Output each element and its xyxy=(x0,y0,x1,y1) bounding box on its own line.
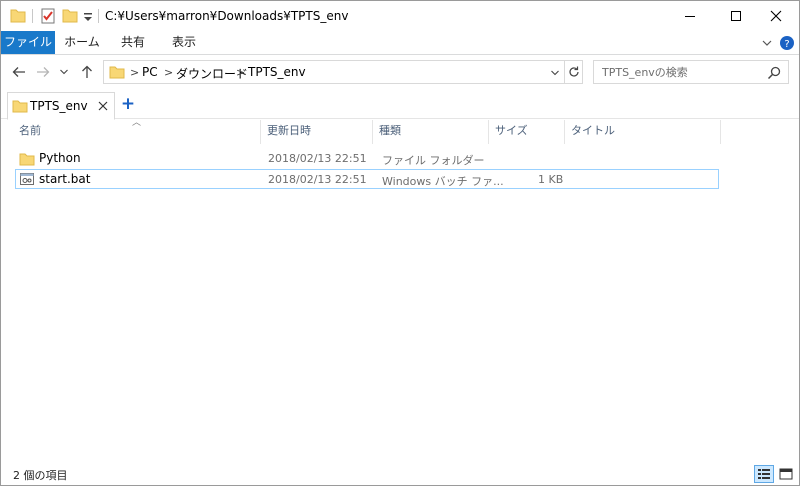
large-icons-view-icon xyxy=(779,468,793,480)
column-header-type[interactable]: 種類 xyxy=(373,120,489,144)
address-bar[interactable]: > PC > ダウンロード > TPTS_env xyxy=(103,60,583,84)
close-tab-button[interactable] xyxy=(96,99,110,113)
up-button[interactable] xyxy=(77,62,97,82)
new-tab-button[interactable]: + xyxy=(119,95,137,113)
new-folder-icon[interactable] xyxy=(61,7,79,25)
column-headers: ︿ 名前 更新日時 種類 サイズ タイトル xyxy=(1,118,799,144)
chevron-down-icon xyxy=(60,69,68,75)
customize-quick-access-icon[interactable] xyxy=(82,7,94,25)
list-item[interactable]: Python 2018/02/13 22:51 ファイル フォルダー xyxy=(15,149,719,169)
expand-ribbon-icon[interactable] xyxy=(759,35,775,51)
breadcrumb-pc[interactable]: PC xyxy=(142,65,158,79)
back-arrow-icon xyxy=(12,67,25,77)
title-separator xyxy=(98,9,99,23)
recent-locations-button[interactable] xyxy=(57,62,71,82)
folder-icon xyxy=(19,153,35,166)
list-item[interactable]: start.bat 2018/02/13 22:51 Windows バッチ フ… xyxy=(15,169,719,189)
tab-view[interactable]: 表示 xyxy=(159,31,209,54)
forward-button[interactable] xyxy=(33,62,53,82)
back-button[interactable] xyxy=(9,62,29,82)
window-title: C:¥Users¥marron¥Downloads¥TPTS_env xyxy=(105,9,349,23)
title-bar: C:¥Users¥marron¥Downloads¥TPTS_env xyxy=(1,1,799,31)
folder-icon xyxy=(12,100,28,113)
column-header-name[interactable]: 名前 xyxy=(13,120,261,144)
explorer-window: C:¥Users¥marron¥Downloads¥TPTS_env ファイル … xyxy=(0,0,800,486)
ribbon-tabs: ファイル ホーム 共有 表示 ? xyxy=(1,31,799,55)
search-input[interactable] xyxy=(594,61,764,83)
minimize-button[interactable] xyxy=(667,1,713,31)
status-bar: 2 個の項目 xyxy=(1,463,799,485)
folder-icon xyxy=(109,66,125,79)
details-view-icon xyxy=(758,469,770,479)
column-header-date[interactable]: 更新日時 xyxy=(261,120,373,144)
file-date: 2018/02/13 22:51 xyxy=(268,152,367,165)
chevron-down-icon xyxy=(551,70,559,76)
minimize-icon xyxy=(685,16,695,17)
refresh-button[interactable] xyxy=(564,61,583,83)
title-separator xyxy=(32,9,33,23)
tab-file[interactable]: ファイル xyxy=(1,31,55,54)
tab-home[interactable]: ホーム xyxy=(57,31,107,54)
close-icon xyxy=(98,101,108,111)
search-icon[interactable] xyxy=(766,65,782,81)
tab-share[interactable]: 共有 xyxy=(109,31,157,54)
batch-file-icon xyxy=(20,173,34,185)
details-view-button[interactable] xyxy=(754,465,774,483)
large-icons-view-button[interactable] xyxy=(776,465,796,483)
properties-icon[interactable] xyxy=(39,7,57,25)
breadcrumb-tpts-env[interactable]: TPTS_env xyxy=(248,65,306,79)
navigation-bar: > PC > ダウンロード > TPTS_env xyxy=(1,56,799,88)
file-name: Python xyxy=(39,151,81,165)
column-header-title[interactable]: タイトル xyxy=(565,120,721,144)
file-name: start.bat xyxy=(39,172,91,186)
address-history-button[interactable] xyxy=(546,64,564,82)
breadcrumb-separator: > xyxy=(164,66,174,79)
svg-text:?: ? xyxy=(784,39,789,50)
up-arrow-icon xyxy=(82,65,92,78)
file-size: 1 KB xyxy=(538,173,564,186)
forward-arrow-icon xyxy=(37,67,50,77)
folder-tab-label: TPTS_env xyxy=(30,99,88,113)
folder-tab-strip: TPTS_env + xyxy=(1,89,799,120)
help-icon[interactable]: ? xyxy=(779,35,795,51)
close-button[interactable] xyxy=(753,1,799,31)
breadcrumb-separator: > xyxy=(130,66,140,79)
folder-tab[interactable]: TPTS_env xyxy=(7,92,115,120)
file-date: 2018/02/13 22:51 xyxy=(268,173,367,186)
column-header-size[interactable]: サイズ xyxy=(489,120,565,144)
breadcrumb-separator: > xyxy=(236,66,246,79)
file-type: Windows バッチ ファ... xyxy=(382,175,504,188)
search-box xyxy=(593,60,789,84)
item-count: 2 個の項目 xyxy=(13,469,68,482)
refresh-icon xyxy=(569,66,579,77)
close-icon xyxy=(770,10,782,22)
maximize-icon xyxy=(731,11,741,21)
folder-icon xyxy=(9,7,27,25)
file-type: ファイル フォルダー xyxy=(382,154,485,167)
